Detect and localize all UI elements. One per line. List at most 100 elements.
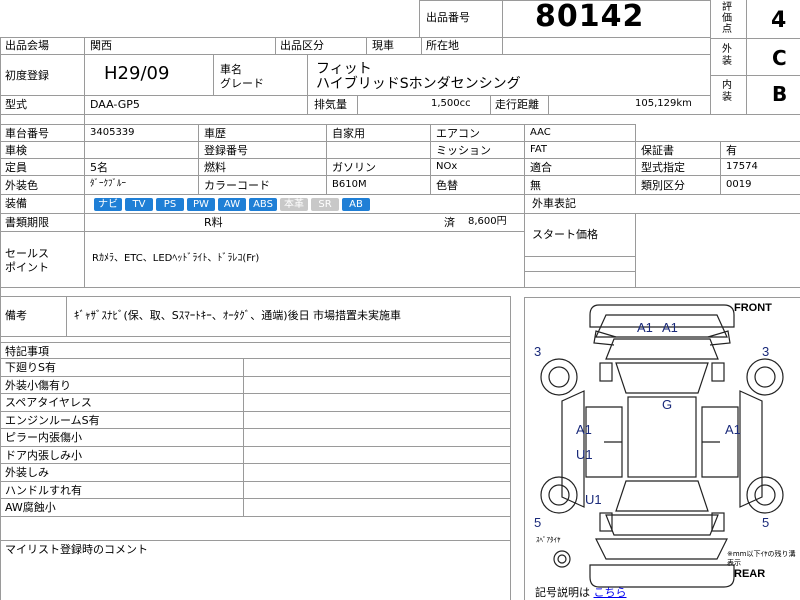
inspection-label: 車検 (5, 144, 27, 157)
sales-points: Rｶﾒﾗ、ETC、LEDﾍｯﾄﾞﾗｲﾄ、ﾄﾞﾗﾚｺ(Fr) (92, 253, 260, 264)
damage-mark-roof-a1b: A1 (662, 320, 678, 335)
equipment-badge: ABS (249, 198, 277, 211)
equipment-badge: TV (125, 198, 153, 211)
typecert-value: 17574 (726, 161, 758, 172)
lot-number: 80142 (535, 0, 645, 34)
damage-mark-left-u1: U1 (576, 447, 593, 462)
rear-label: REAR (734, 568, 766, 580)
front-label: FRONT (734, 302, 772, 314)
capacity-label: 定員 (5, 161, 27, 174)
category-label: 出品区分 (280, 39, 324, 52)
tire-front-right-depth: 3 (762, 344, 770, 359)
class-label: 類別区分 (641, 179, 685, 192)
class-value: 0019 (726, 179, 752, 190)
mileage-value: 105,129km (635, 98, 692, 109)
chassis-value: 3405339 (90, 127, 135, 138)
mileage-label: 走行距離 (495, 98, 539, 111)
capacity-value: 5名 (90, 161, 108, 174)
repaint-value: 無 (530, 179, 541, 192)
warranty-label: 保証書 (641, 144, 674, 157)
equipment-badge: PW (187, 198, 215, 211)
damage-mark-roof-a1a: A1 (637, 320, 653, 335)
legend-link[interactable]: こちら (594, 586, 627, 599)
equipment-badge: AW (218, 198, 246, 211)
damage-mark-right-a1: A1 (725, 422, 741, 437)
exterior-grade-label: 外装 (722, 44, 732, 67)
equipment-badge: 本革 (280, 198, 308, 211)
special-item: スペアタイヤレス (5, 396, 92, 409)
damage-mark-left-a1: A1 (576, 422, 592, 437)
special-item: ハンドルすれ有 (5, 484, 82, 497)
venue-value: 関西 (90, 39, 112, 52)
ac-value: AAC (530, 127, 551, 138)
equipment-badge: AB (342, 198, 370, 211)
sales-label-2: ポイント (5, 261, 49, 274)
recycle-fee: 8,600円 (468, 216, 507, 227)
legend-text: 記号説明は こちら (535, 587, 627, 598)
special-item: 外装しみ (5, 466, 49, 479)
fuel-label: 燃料 (204, 161, 226, 174)
damage-mark-left-u1b: U1 (585, 492, 602, 507)
car-name-label: 車名 (220, 63, 242, 76)
color-value: ﾀﾞｰｸﾌﾞﾙｰ (90, 179, 127, 189)
equipment-badges: ナビ TV PS PW AW ABS 本革 SR AB (94, 197, 373, 211)
special-item: AW腐蝕小 (5, 501, 56, 514)
equipment-badge: ナビ (94, 198, 122, 211)
legend-label: 記号説明は (535, 586, 590, 599)
repaint-label: 色替 (436, 179, 458, 192)
equipment-badge: PS (156, 198, 184, 211)
equipment-label: 装備 (5, 197, 27, 210)
nox-value: 適合 (530, 161, 552, 174)
tire-rear-left-depth: 5 (534, 515, 542, 530)
colorcode-value: B610M (332, 179, 367, 190)
special-item: エンジンルームS有 (5, 414, 100, 427)
colorcode-label: カラーコード (204, 179, 270, 192)
category-value: 現車 (372, 39, 394, 52)
sales-label-1: セールス (5, 247, 49, 260)
typecert-label: 型式指定 (641, 161, 685, 174)
special-item: ピラー内張傷小 (5, 431, 82, 444)
spare-tire-label: ｽﾍﾟｱﾀｲﾔ (536, 536, 561, 544)
mylist-comment-label: マイリスト登録時のコメント (5, 543, 148, 556)
ac-label: エアコン (436, 127, 480, 140)
special-item: ドア内張しみ小 (5, 449, 82, 462)
displacement-label: 排気量 (314, 98, 347, 111)
first-registration-label: 初度登録 (5, 69, 49, 82)
interior-grade-label: 内装 (722, 80, 732, 103)
venue-label: 出品会場 (5, 39, 49, 52)
overall-grade: 4 (771, 8, 787, 33)
mission-label: ミッション (436, 144, 491, 157)
tire-front-left-depth: 3 (534, 344, 542, 359)
location-label: 所在地 (426, 39, 459, 52)
color-label: 外装色 (5, 179, 38, 192)
regno-label: 登録番号 (204, 144, 248, 157)
model-value: DAA-GP5 (90, 98, 140, 111)
damage-mark-glass: G (662, 397, 673, 412)
lot-number-label: 出品番号 (426, 11, 470, 24)
docs-label: 書類期限 (5, 216, 49, 229)
ext-label: 外車表記 (532, 197, 576, 210)
first-registration: H29/09 (104, 63, 170, 84)
mission-value: FAT (530, 144, 548, 155)
fuel-value: ガソリン (332, 161, 376, 174)
history-label: 車歴 (204, 127, 226, 140)
recycle-label: R料 (204, 216, 223, 229)
special-item: 外装小傷有り (5, 379, 71, 392)
notes-label: 備考 (5, 309, 27, 322)
tire-depth-note: ※mm以下ｲﾔの残り溝表示 (727, 550, 796, 567)
interior-grade: B (772, 82, 788, 106)
tire-rear-right-depth: 5 (762, 515, 770, 530)
exterior-grade: C (772, 46, 787, 70)
notes-text: ｷﾞｬｻﾞｽﾅﾋﾞ(保、取、Sｽﾏｰﾄｷｰ、ｵｰﾀｸﾞ、通端)後日 市場措置未実… (74, 309, 402, 322)
history-value: 自家用 (332, 127, 365, 140)
recycle-status: 済 (444, 216, 455, 229)
equipment-badge: SR (311, 198, 339, 211)
overall-grade-label: 評価点 (722, 2, 732, 35)
start-price-label: スタート価格 (532, 228, 598, 241)
nox-label: NOx (436, 161, 458, 172)
damage-diagram: FRONT REAR A1 A1 G A1 U1 U1 A1 3 3 5 5 ｽ… (524, 297, 800, 600)
warranty-value: 有 (726, 144, 737, 157)
chassis-label: 車台番号 (5, 127, 49, 140)
car-grade: ハイブリッドSホンダセンシング (316, 76, 521, 92)
displacement-value: 1,500cc (431, 98, 471, 109)
